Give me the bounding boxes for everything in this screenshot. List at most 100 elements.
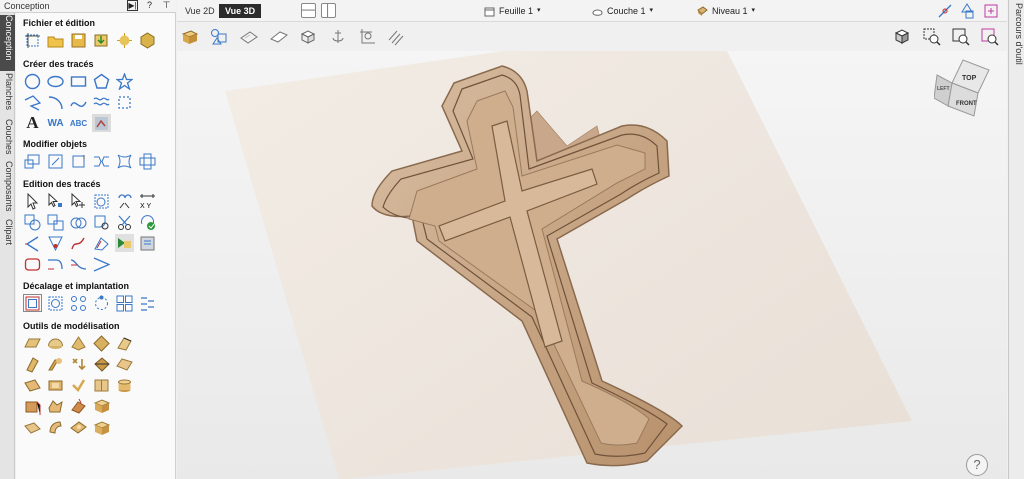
relief-block-icon[interactable] [92,418,111,436]
draw-circle-icon[interactable] [23,72,42,90]
slice-model-icon[interactable] [92,355,111,373]
save-file-icon[interactable] [69,31,88,49]
anchor-icon[interactable] [328,27,348,47]
create-extrude-icon[interactable] [92,334,111,352]
rotate-object-icon[interactable] [69,152,88,170]
tab-clipart[interactable]: Clipart [0,219,15,257]
pin-button[interactable]: ⊤ [161,0,172,11]
nest-parts-icon[interactable] [115,234,134,252]
chevron-vector-icon[interactable] [92,255,111,273]
freeze-relief-icon[interactable] [23,397,42,415]
select-pointer-icon[interactable] [23,192,42,210]
mirror-relief-icon[interactable] [92,376,111,394]
align-objects-icon[interactable] [138,152,157,170]
zoom-selection-icon[interactable] [980,27,1000,47]
shaded-vectors-icon[interactable] [209,27,229,47]
create-pyramid-icon[interactable] [69,334,88,352]
relief-height-icon[interactable] [115,376,134,394]
measure-icon[interactable]: X Y [138,192,157,210]
settings-icon[interactable] [983,3,999,22]
add-texture-icon[interactable] [69,355,88,373]
show-block-icon[interactable] [298,27,318,47]
create-fillet-icon[interactable] [46,234,65,252]
create-dome-icon[interactable] [46,334,65,352]
interactive-transform-icon[interactable] [69,192,88,210]
dogbone-icon[interactable] [69,255,88,273]
offset-curve-icon[interactable] [92,234,111,252]
close-vectors-icon[interactable] [138,213,157,231]
view-down-icon[interactable] [892,27,912,47]
zoom-in-icon[interactable] [922,27,942,47]
render-model-icon[interactable] [180,27,200,47]
draw-arc-icon[interactable] [46,93,65,111]
job-setup-icon[interactable] [23,31,42,49]
view-cube[interactable]: TOP FRONT LEFT [934,58,992,118]
combine-relief-icon[interactable] [46,376,65,394]
draw-ellipse-icon[interactable] [46,72,65,90]
3d-viewport[interactable]: TOP FRONT LEFT [177,51,1007,479]
draw-wave-icon[interactable] [92,93,111,111]
merge-vectors-icon[interactable] [69,213,88,231]
intersect-vectors-icon[interactable] [46,213,65,231]
toolpath-lines-icon[interactable] [386,27,406,47]
vector-validator-icon[interactable] [138,234,157,252]
tab-toolpaths[interactable]: Parcours d'outil [1014,3,1024,65]
draw-dimension-icon[interactable] [115,93,134,111]
array-copy-icon[interactable] [69,294,88,312]
tab-couches[interactable]: Couches [0,119,15,159]
nesting-icon[interactable] [115,294,134,312]
set-size-icon[interactable] [46,152,65,170]
split-vertical-button[interactable] [321,3,336,18]
fit-vectors-icon[interactable] [46,294,65,312]
offset-vectors-icon[interactable] [23,294,42,312]
import-bitmap-icon[interactable] [115,31,134,49]
draw-polygon-icon[interactable] [92,72,111,90]
tile-layout-icon[interactable] [138,294,157,312]
tab-view-3d[interactable]: Vue 3D [219,4,262,18]
create-sweep-icon[interactable] [115,334,134,352]
scale-relief-icon[interactable] [69,376,88,394]
help-button[interactable]: ? [144,0,155,11]
tab-planches[interactable]: Planches [0,73,15,117]
join-vectors-icon[interactable] [115,192,134,210]
collapse-panel-button[interactable]: ▶| [127,0,138,11]
sculpt-icon[interactable] [23,355,42,373]
relief-toolpath-icon[interactable] [23,418,42,436]
tilt-relief-icon[interactable] [23,376,42,394]
import-component-icon[interactable] [138,31,157,49]
show-sheet-icon[interactable] [269,27,289,47]
snap-icon[interactable] [937,3,953,22]
relief-blend-icon[interactable] [69,418,88,436]
tab-composants[interactable]: Composants [0,161,15,217]
draw-text-icon[interactable]: A [23,113,42,132]
tab-conception[interactable]: Conception [0,15,15,71]
level-dropdown[interactable]: Niveau 1 ▾ [697,4,755,18]
transform-icon[interactable] [959,3,975,22]
split-horizontal-button[interactable] [301,3,316,18]
corner-fillet-icon[interactable] [46,255,65,273]
fillet-icon[interactable] [92,213,111,231]
mirror-object-icon[interactable] [92,152,111,170]
draw-curve-icon[interactable] [69,93,88,111]
shape-editor-icon[interactable] [23,334,42,352]
node-edit-icon[interactable] [46,192,65,210]
zoom-extents-icon[interactable] [951,27,971,47]
extend-vector-icon[interactable] [23,234,42,252]
draw-rectangle-icon[interactable] [69,72,88,90]
distort-object-icon[interactable] [115,152,134,170]
trim-vectors-icon[interactable] [115,213,134,231]
rounded-rect-icon[interactable] [23,255,42,273]
move-object-icon[interactable] [23,152,42,170]
help-button-bottom[interactable]: ? [966,454,988,476]
extrude-relief-icon[interactable] [46,418,65,436]
circular-array-icon[interactable] [92,294,111,312]
open-file-icon[interactable] [46,31,65,49]
fade-relief-icon[interactable] [115,355,134,373]
origin-icon[interactable] [357,27,377,47]
clear-relief-icon[interactable] [69,397,88,415]
vectors-from-relief-icon[interactable] [46,397,65,415]
tab-view-2d[interactable]: Vue 2D [179,4,221,18]
subtract-vectors-icon[interactable] [23,213,42,231]
sheet-dropdown[interactable]: Feuille 1 ▾ [484,4,541,18]
show-material-icon[interactable] [239,27,259,47]
